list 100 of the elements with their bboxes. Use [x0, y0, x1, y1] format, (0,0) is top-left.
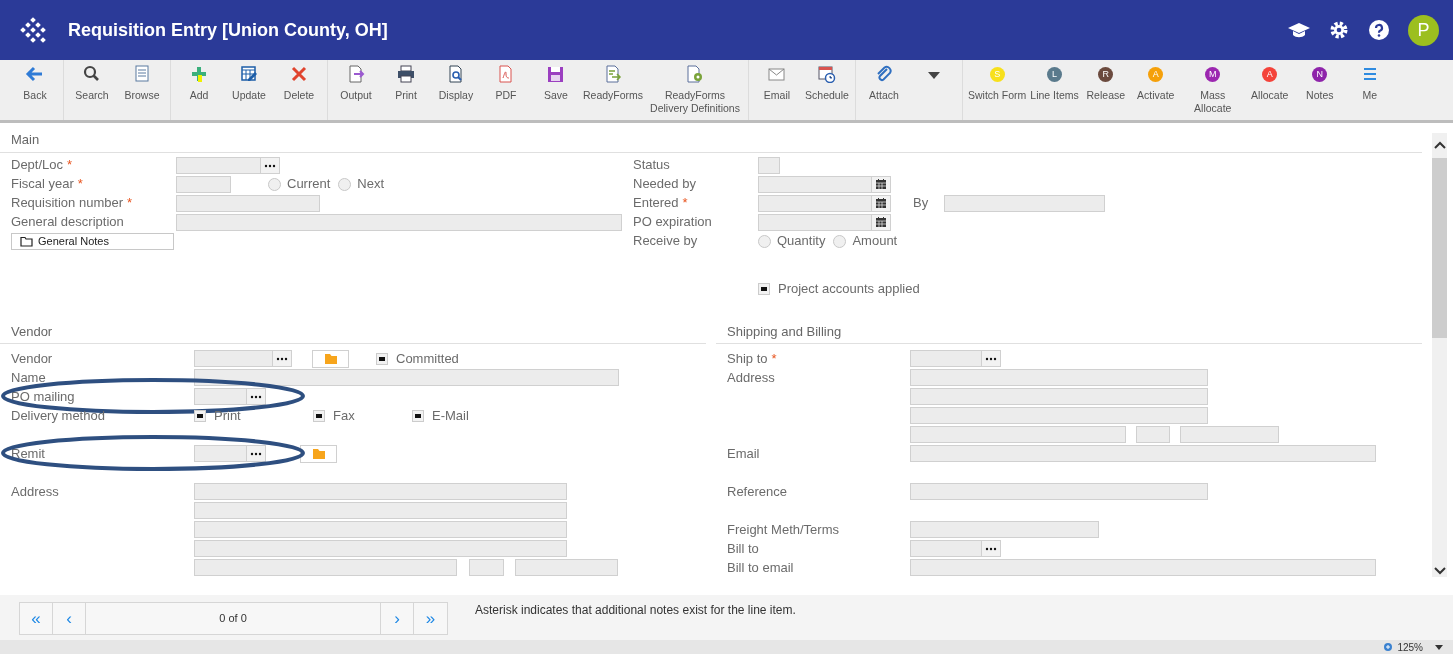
page-title: Requisition Entry [Union County, OH] [68, 18, 388, 42]
caret-icon[interactable] [1435, 644, 1443, 650]
toolbar-button[interactable]: Back [10, 60, 60, 120]
chevron-up-icon[interactable] [1433, 141, 1446, 149]
input-field[interactable] [194, 350, 273, 367]
logo-icon [18, 15, 48, 45]
chevron-down-icon[interactable] [1433, 567, 1446, 575]
last-page-button[interactable]: » [414, 603, 447, 634]
toolbar-button[interactable]: M Mass Allocate [1180, 60, 1245, 120]
calendar-button[interactable] [872, 194, 891, 212]
input-field[interactable] [176, 175, 231, 193]
radio-button[interactable] [268, 177, 281, 191]
field-label: Ship to [727, 350, 768, 366]
input-field[interactable] [194, 369, 619, 386]
lookup-button[interactable] [247, 388, 266, 405]
delete-icon [289, 65, 309, 83]
radio-button[interactable] [833, 234, 847, 248]
checkbox[interactable] [376, 352, 388, 365]
input-field[interactable] [176, 194, 320, 212]
settings-icon[interactable] [1329, 20, 1349, 40]
toolbar-button[interactable]: Me [1344, 60, 1395, 120]
calendar-icon [875, 216, 887, 228]
checkbox[interactable] [412, 409, 424, 422]
radio-button[interactable] [338, 177, 352, 191]
letter-badge: M [1205, 67, 1221, 82]
input-field[interactable] [758, 213, 872, 231]
toolbar-button[interactable]: A Allocate [1244, 60, 1295, 120]
toolbar-button[interactable]: Save [531, 60, 581, 120]
previous-page-button[interactable]: ‹ [53, 603, 86, 634]
toolbar-button[interactable]: PDF [481, 60, 531, 120]
input-field[interactable] [910, 445, 1376, 462]
toolbar-button[interactable]: Update [224, 60, 274, 120]
toolbar-button[interactable]: ReadyForms [581, 60, 645, 120]
lookup-button[interactable] [982, 540, 1001, 557]
toolbar-button[interactable]: ReadyForms Delivery Definitions [645, 60, 745, 120]
scrollbar-thumb[interactable] [1432, 158, 1447, 338]
toolbar-button[interactable]: A Activate [1130, 60, 1181, 120]
lookup-button[interactable] [273, 350, 292, 367]
toolbar-button[interactable]: Attach [859, 60, 909, 120]
toolbar-button[interactable]: Search [67, 60, 117, 120]
input-field[interactable] [758, 194, 872, 212]
toolbar-button[interactable]: Print [381, 60, 431, 120]
section-title: Shipping and Billing [716, 318, 1422, 344]
lookup-button[interactable] [261, 156, 280, 174]
toolbar-button[interactable]: Add [174, 60, 224, 120]
toolbar-button[interactable]: N Notes [1294, 60, 1345, 120]
input-field[interactable] [194, 388, 247, 405]
help-icon[interactable] [1368, 20, 1389, 40]
calendar-icon [875, 197, 887, 209]
input-field[interactable] [910, 350, 982, 367]
toolbar-button[interactable]: Email [752, 60, 802, 120]
toolbar-button[interactable]: Delete [274, 60, 324, 120]
toolbar-button[interactable]: R Release [1080, 60, 1131, 120]
input-field[interactable] [176, 156, 261, 174]
input-field[interactable] [194, 483, 567, 500]
input-field[interactable] [758, 175, 872, 193]
input-field[interactable] [910, 426, 1126, 443]
input-field[interactable] [1136, 426, 1170, 443]
input-field[interactable] [176, 213, 622, 231]
next-page-button[interactable]: › [381, 603, 414, 634]
input-field[interactable] [194, 559, 457, 576]
lookup-button[interactable] [982, 350, 1001, 367]
first-page-button[interactable]: « [20, 603, 53, 634]
checkbox[interactable] [313, 409, 325, 422]
field-label: Bill to email [727, 559, 794, 575]
input-field[interactable] [910, 483, 1208, 500]
input-field[interactable] [910, 540, 982, 557]
radio-label: Current [287, 175, 331, 194]
calendar-button[interactable] [872, 213, 891, 231]
radio-button[interactable] [758, 234, 771, 248]
checkbox[interactable] [758, 283, 770, 295]
input-field[interactable] [194, 521, 567, 538]
input-field[interactable] [515, 559, 618, 576]
calendar-button[interactable] [872, 175, 891, 193]
input-field[interactable] [194, 540, 567, 557]
input-field[interactable] [1180, 426, 1279, 443]
toolbar-button[interactable]: Schedule [802, 60, 852, 120]
input-field[interactable] [910, 369, 1208, 386]
input-field[interactable] [469, 559, 504, 576]
toolbar-button[interactable]: L Line Items [1028, 60, 1081, 120]
input-field[interactable] [194, 502, 567, 519]
ellipsis-icon [985, 546, 997, 551]
input-field[interactable] [194, 445, 247, 462]
notes-button[interactable]: General Notes [11, 232, 174, 250]
zoom-level[interactable]: 125% [1397, 640, 1423, 654]
letter-badge: L [1047, 67, 1063, 82]
input-field[interactable] [910, 559, 1376, 576]
lookup-button[interactable] [247, 445, 266, 462]
input-field[interactable] [758, 156, 780, 174]
input-field[interactable] [910, 521, 1099, 538]
toolbar-button[interactable]: Browse [117, 60, 167, 120]
input-field[interactable] [944, 194, 1106, 212]
toolbar-button[interactable]: Display [431, 60, 481, 120]
input-field[interactable] [910, 388, 1208, 405]
graduation-cap-icon[interactable] [1287, 21, 1310, 39]
folder-button[interactable] [300, 444, 337, 463]
calendar-icon [875, 178, 887, 190]
input-field[interactable] [910, 407, 1208, 424]
toolbar-button[interactable]: Output [331, 60, 381, 120]
toolbar-button[interactable]: S Switch Form [966, 60, 1029, 120]
